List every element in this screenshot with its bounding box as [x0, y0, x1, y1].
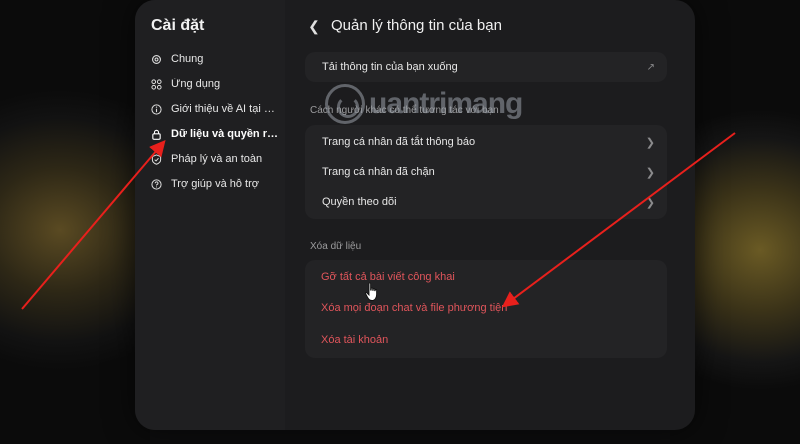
- shield-check-icon: [151, 153, 162, 165]
- sidebar-item-apps[interactable]: Ứng dụng: [151, 74, 281, 94]
- chevron-right-icon: ❯: [645, 166, 655, 179]
- remove-public-posts-button[interactable]: Gỡ tất cả bài viết công khai: [321, 271, 455, 283]
- watermark-logo-icon: [325, 84, 365, 124]
- hand-cursor-icon: [365, 282, 378, 301]
- settings-content: ❮ Quản lý thông tin của bạn ✕ Tải thông …: [285, 0, 695, 430]
- follow-permissions-item[interactable]: Quyền theo dõi ❯: [305, 187, 667, 217]
- download-card: Tải thông tin của bạn xuống ↗: [305, 52, 667, 82]
- list-item-label: Trang cá nhân đã chặn: [322, 166, 435, 178]
- chevron-right-icon: ❯: [645, 136, 655, 149]
- download-info-label: Tải thông tin của bạn xuống: [322, 61, 458, 73]
- page-title: Quản lý thông tin của bạn: [331, 17, 502, 34]
- blurred-background-left: [0, 0, 150, 444]
- chevron-right-icon: ❯: [645, 196, 655, 209]
- gear-icon: [151, 54, 162, 65]
- sidebar-item-label: Trợ giúp và hỗ trợ: [171, 178, 259, 190]
- apps-grid-icon: [151, 78, 162, 90]
- lock-icon: [151, 129, 162, 140]
- sidebar-item-label: Ứng dụng: [171, 78, 221, 90]
- sidebar-item-label: Chung: [171, 53, 204, 65]
- sidebar-item-label: Dữ liệu và quyền riê...: [171, 128, 281, 140]
- others-card: Trang cá nhân đã tắt thông báo ❯ Trang c…: [305, 125, 667, 219]
- sidebar-item-label: Pháp lý và an toàn: [171, 153, 263, 165]
- download-info-button[interactable]: Tải thông tin của bạn xuống ↗: [305, 52, 667, 82]
- watermark-text: uantrimang: [369, 87, 523, 120]
- help-circle-icon: [151, 178, 162, 190]
- sidebar-item-help-support[interactable]: Trợ giúp và hỗ trợ: [151, 174, 281, 194]
- list-item-label: Trang cá nhân đã tắt thông báo: [322, 136, 476, 148]
- sidebar-title: Cài đặt: [151, 17, 205, 34]
- sidebar-item-legal-safety[interactable]: Pháp lý và an toàn: [151, 149, 281, 169]
- chevron-left-icon[interactable]: ❮: [307, 18, 321, 34]
- external-arrow-icon: ↗: [646, 61, 655, 73]
- section-label-delete-data: Xóa dữ liệu: [310, 241, 362, 252]
- sidebar-item-about-ai[interactable]: Giới thiệu về AI tại M...: [151, 99, 281, 119]
- settings-sidebar: Cài đặt Chung Ứng dụng Giới thiệu về AI …: [135, 0, 285, 430]
- info-icon: [151, 103, 162, 115]
- sidebar-item-data-privacy[interactable]: Dữ liệu và quyền riê...: [151, 124, 281, 144]
- sidebar-item-label: Giới thiệu về AI tại M...: [171, 103, 281, 115]
- blocked-profiles-item[interactable]: Trang cá nhân đã chặn ❯: [305, 157, 667, 187]
- muted-profiles-item[interactable]: Trang cá nhân đã tắt thông báo ❯: [305, 127, 667, 157]
- settings-modal: Cài đặt Chung Ứng dụng Giới thiệu về AI …: [135, 0, 695, 430]
- delete-account-button[interactable]: Xóa tài khoản: [321, 334, 388, 346]
- sidebar-item-general[interactable]: Chung: [151, 49, 281, 69]
- watermark: uantrimang: [325, 82, 523, 126]
- list-item-label: Quyền theo dõi: [322, 196, 397, 208]
- delete-chats-media-button[interactable]: Xóa mọi đoạn chat và file phương tiện: [321, 302, 507, 314]
